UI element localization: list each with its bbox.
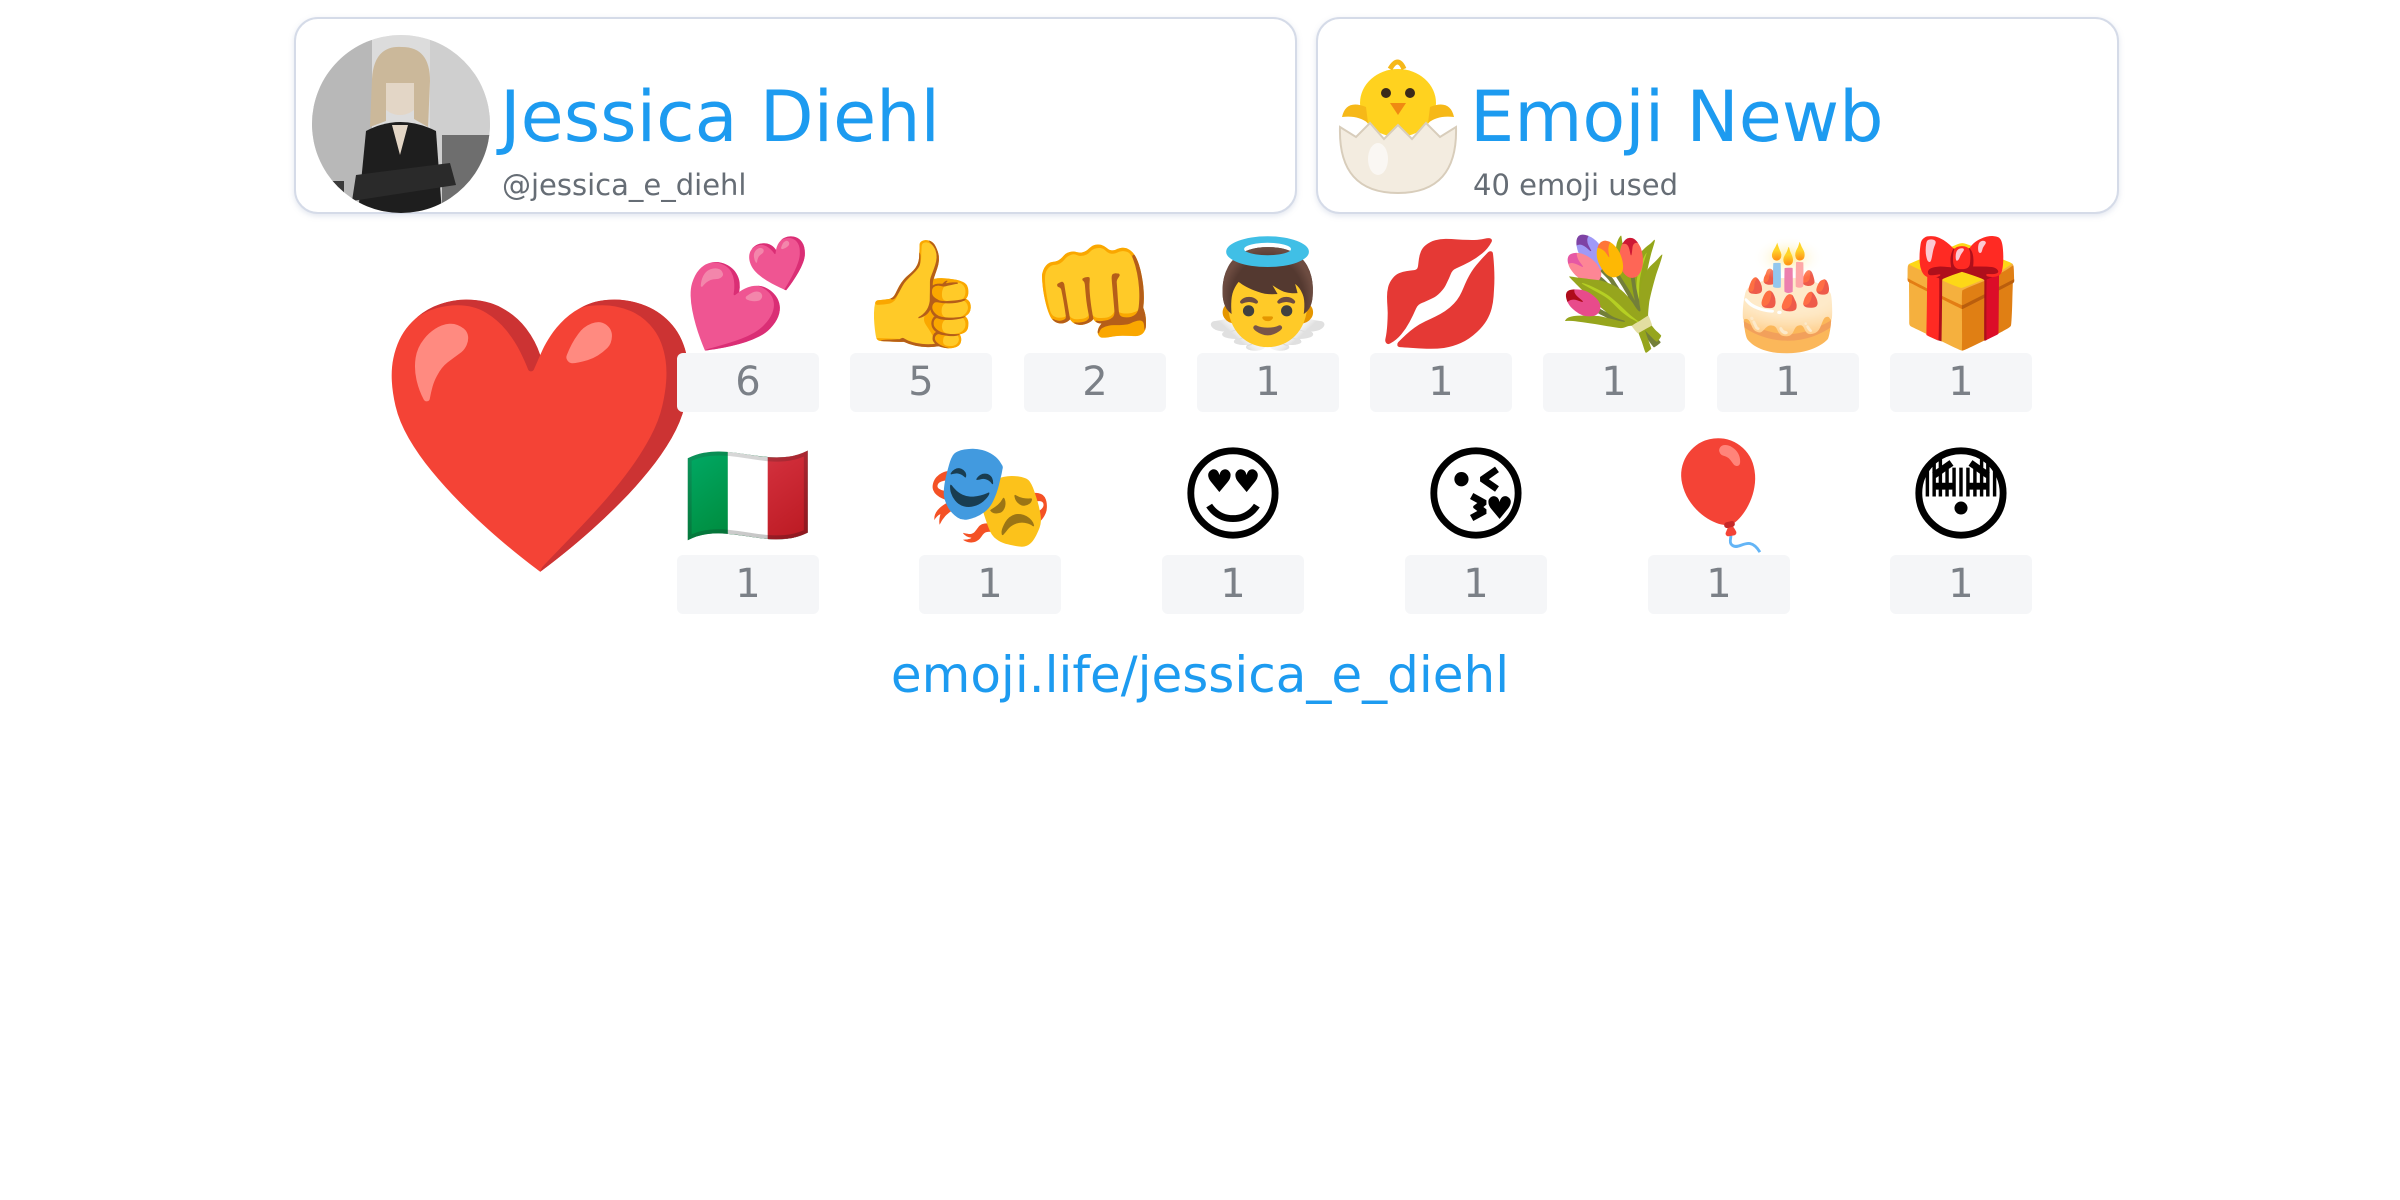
emoji-stat-kiss-mark[interactable]: 💋 1 [1370, 236, 1512, 412]
emoji-stat-birthday-cake[interactable]: 🎂 1 [1717, 236, 1859, 412]
emoji-stat-flushed-face[interactable]: 😳 1 [1890, 438, 2032, 614]
emoji-count: 6 [677, 353, 819, 412]
emoji-stat-baby-angel[interactable]: 👼 1 [1197, 236, 1339, 412]
emoji-count: 1 [919, 555, 1061, 614]
emoji-profile-page: Jessica Diehl @jessica_e_diehl Emoji New… [0, 0, 2400, 1200]
emoji-stat-performing-arts[interactable]: 🎭 1 [919, 438, 1061, 614]
emoji-stat-heart-eyes[interactable]: 😍 1 [1162, 438, 1304, 614]
profile-card: Jessica Diehl @jessica_e_diehl [294, 17, 1297, 214]
profile-url-link[interactable]: emoji.life/jessica_e_diehl [800, 640, 1600, 710]
bouquet-icon: 💐 [1549, 232, 1679, 354]
two-hearts-icon: 💕 [683, 232, 813, 354]
red-heart-icon[interactable]: ❤️ [372, 285, 708, 585]
thumbs-up-icon: 👍 [856, 232, 986, 354]
performing-arts-icon: 🎭 [925, 434, 1055, 556]
emoji-count-text: 40 emoji used [1473, 168, 1679, 202]
avatar-photo [312, 35, 490, 213]
emoji-count: 1 [677, 555, 819, 614]
emoji-count: 2 [1024, 353, 1166, 412]
emoji-count: 1 [1543, 353, 1685, 412]
heart-eyes-face-icon: 😍 [1178, 434, 1288, 556]
baby-angel-icon: 👼 [1203, 232, 1333, 354]
profile-name: Jessica Diehl [500, 76, 940, 158]
emoji-count: 1 [1162, 555, 1304, 614]
emoji-count: 1 [1717, 353, 1859, 412]
emoji-stat-thumbs-up[interactable]: 👍 5 [850, 236, 992, 412]
emoji-count: 1 [1890, 353, 2032, 412]
emoji-count: 1 [1197, 353, 1339, 412]
emoji-stat-blowing-kiss[interactable]: 😘 1 [1405, 438, 1547, 614]
wrapped-gift-icon: 🎁 [1896, 232, 2026, 354]
rank-title: Emoji Newb [1470, 76, 1884, 158]
hatching-chick-icon [1332, 47, 1462, 197]
face-blowing-kiss-icon: 😘 [1421, 434, 1531, 556]
birthday-cake-icon: 🎂 [1723, 232, 1853, 354]
emoji-stat-wrapped-gift[interactable]: 🎁 1 [1890, 236, 2032, 412]
rank-card: Emoji Newb 40 emoji used [1316, 17, 2119, 214]
emoji-count: 1 [1370, 353, 1512, 412]
emoji-stat-italy-flag[interactable]: 🇮🇹 1 [677, 438, 819, 614]
avatar[interactable] [312, 35, 490, 213]
emoji-stat-two-hearts[interactable]: 💕 6 [677, 236, 819, 412]
kiss-mark-icon: 💋 [1376, 232, 1506, 354]
emoji-count: 1 [1890, 555, 2032, 614]
emoji-stat-balloon[interactable]: 🎈 1 [1648, 438, 1790, 614]
emoji-stat-bouquet[interactable]: 💐 1 [1543, 236, 1685, 412]
emoji-stat-oncoming-fist[interactable]: 👊 2 [1024, 236, 1166, 412]
emoji-count: 1 [1405, 555, 1547, 614]
emoji-count: 5 [850, 353, 992, 412]
flushed-face-icon: 😳 [1906, 434, 2016, 556]
balloon-icon: 🎈 [1654, 434, 1784, 556]
italy-flag-icon: 🇮🇹 [683, 434, 813, 556]
emoji-count: 1 [1648, 555, 1790, 614]
oncoming-fist-icon: 👊 [1030, 232, 1160, 354]
profile-handle[interactable]: @jessica_e_diehl [502, 165, 746, 205]
